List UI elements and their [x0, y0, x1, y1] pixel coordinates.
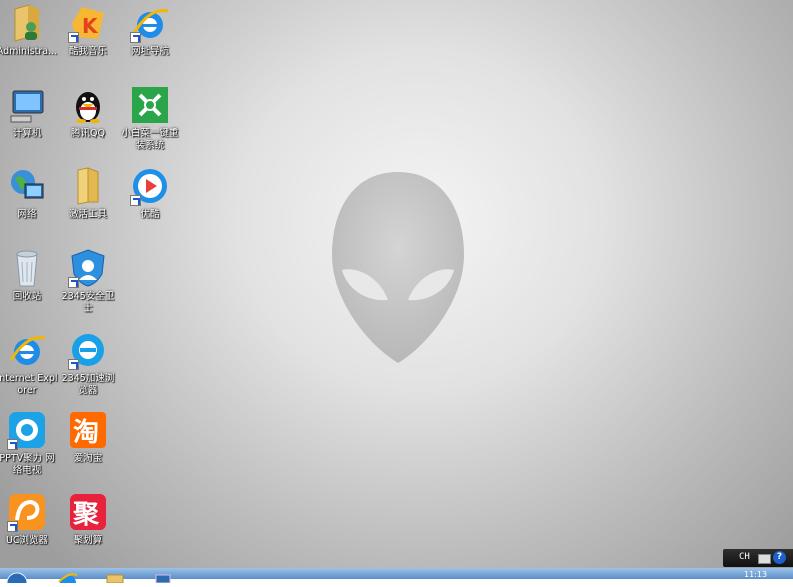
icon-label: 优酷 [140, 209, 160, 220]
taskbar-explorer-icon[interactable] [104, 568, 126, 584]
icon-label: 酷我音乐 [68, 46, 107, 57]
recycle-bin-icon [7, 248, 47, 288]
icon-label: 2345加速浏览器 [61, 373, 115, 396]
desktop-icon-xiaobaicai[interactable]: 小白菜一键重装系统 [119, 85, 181, 152]
system-tray: CH ? [723, 549, 793, 567]
desktop-icon-pptv[interactable]: PPTV聚力 网络电视 [0, 410, 58, 477]
icon-label: 2345安全卫士 [61, 291, 115, 314]
desktop-icon-computer[interactable]: 计算机 [0, 85, 58, 140]
keyboard-icon[interactable] [758, 554, 771, 564]
help-icon[interactable]: ? [773, 551, 786, 564]
taobao-icon: 淘 [68, 410, 108, 450]
icon-label: 聚划算 [73, 535, 103, 546]
uc-browser-icon [7, 492, 47, 532]
desktop-background: Administra... 计算机 网络 回收站 Internet Explor… [0, 0, 793, 579]
icon-label: 计算机 [12, 128, 42, 139]
ie-icon [7, 330, 47, 370]
computer-icon [7, 85, 47, 125]
juhuasuan-icon: 聚 [68, 492, 108, 532]
qq-penguin-icon [68, 85, 108, 125]
icon-label: 爱淘宝 [73, 453, 103, 464]
desktop-icon-internet-explorer[interactable]: Internet Explorer [0, 330, 58, 397]
desktop-icon-administrator[interactable]: Administra... [0, 3, 58, 58]
xiaobaicai-icon [130, 85, 170, 125]
svg-text:K: K [82, 14, 99, 38]
pptv-icon [7, 410, 47, 450]
shortcut-arrow-icon [68, 277, 79, 288]
shortcut-arrow-icon [7, 439, 18, 450]
icon-label: PPTV聚力 网络电视 [0, 453, 55, 476]
taskbar-media-icon[interactable] [152, 568, 174, 584]
start-button[interactable] [6, 568, 28, 587]
taskbar-ie-icon[interactable] [57, 568, 79, 587]
icon-label: 回收站 [12, 291, 42, 302]
desktop-icon-kuwo-music[interactable]: K 酷我音乐 [57, 3, 119, 58]
icon-label: UC浏览器 [5, 535, 49, 546]
icon-label: Internet Explorer [0, 373, 58, 396]
icon-label: 激活工具 [68, 209, 107, 220]
desktop-icon-network[interactable]: 网络 [0, 166, 58, 221]
youku-icon [130, 166, 170, 206]
desktop-icon-qq[interactable]: 腾讯QQ [57, 85, 119, 140]
desktop-icon-activation-tools[interactable]: 激活工具 [57, 166, 119, 221]
folder-icon [68, 166, 108, 206]
shortcut-arrow-icon [68, 359, 79, 370]
desktop-icon-taobao[interactable]: 淘 爱淘宝 [57, 410, 119, 465]
shortcut-arrow-icon [7, 521, 18, 532]
desktop-icon-web-navigation[interactable]: 网址导航 [119, 3, 181, 58]
icon-label: 腾讯QQ [71, 128, 105, 139]
shield-icon [68, 248, 108, 288]
svg-text:淘: 淘 [73, 418, 99, 448]
language-indicator[interactable]: CH [739, 552, 750, 562]
desktop-icon-juhuasuan[interactable]: 聚 聚划算 [57, 492, 119, 547]
user-folder-icon [7, 3, 47, 43]
desktop-icon-uc-browser[interactable]: UC浏览器 [0, 492, 58, 547]
ie-browser-icon [130, 3, 170, 43]
icon-label: 网址导航 [130, 46, 169, 57]
icon-label: 小白菜一键重装系统 [121, 128, 179, 151]
alien-logo-icon [332, 172, 464, 363]
desktop-icon-2345-security[interactable]: 2345安全卫士 [57, 248, 119, 315]
network-icon [7, 166, 47, 206]
clock[interactable]: 11:13 [744, 570, 767, 579]
kuwo-music-icon: K [68, 3, 108, 43]
icon-label: 网络 [17, 209, 37, 220]
shortcut-arrow-icon [68, 32, 79, 43]
desktop-icon-recycle-bin[interactable]: 回收站 [0, 248, 58, 303]
svg-text:聚: 聚 [72, 500, 100, 530]
browser-2345-icon [68, 330, 108, 370]
desktop-icon-youku[interactable]: 优酷 [119, 166, 181, 221]
icon-label: Administra... [0, 46, 58, 57]
shortcut-arrow-icon [130, 32, 141, 43]
desktop-icon-2345-browser[interactable]: 2345加速浏览器 [57, 330, 119, 397]
shortcut-arrow-icon [130, 195, 141, 206]
